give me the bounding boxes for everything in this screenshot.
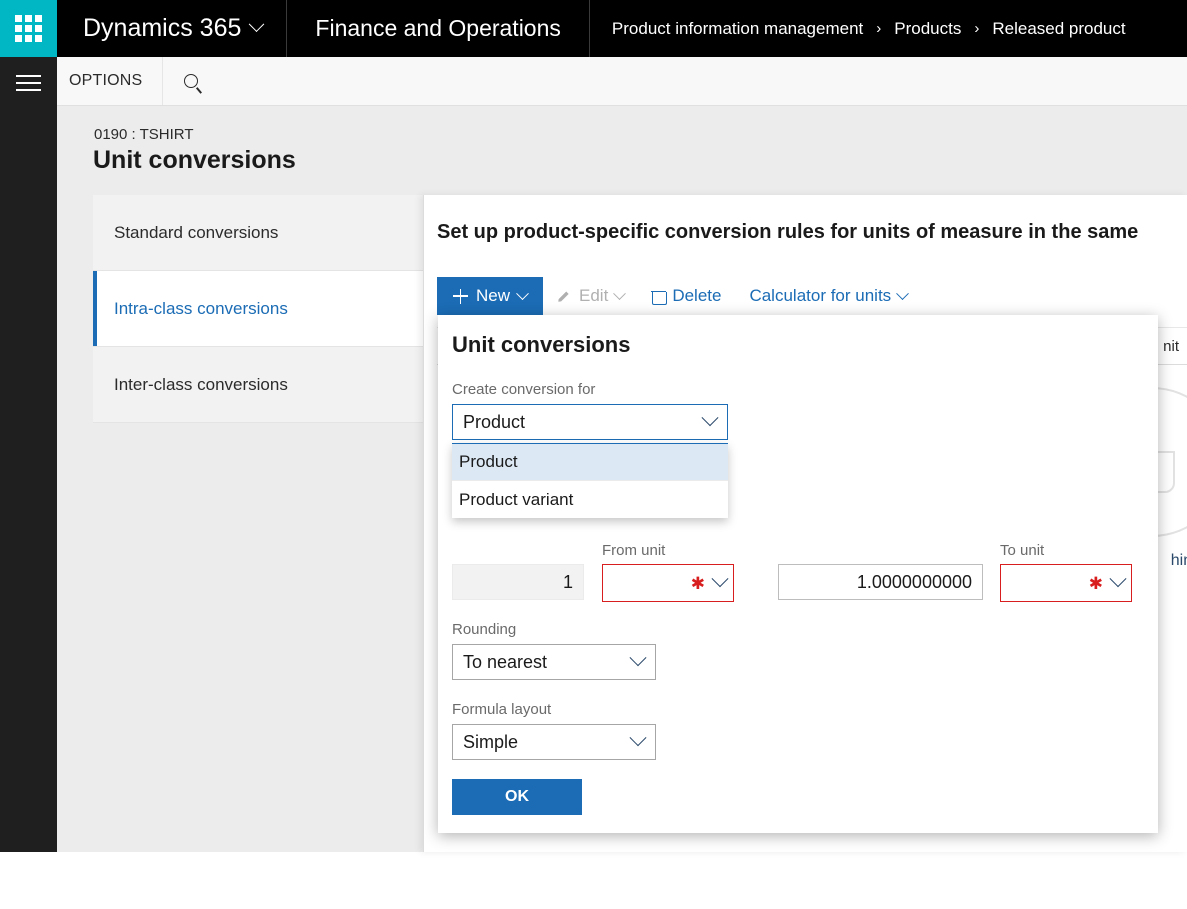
breadcrumb-item-products[interactable]: Products [894,19,961,39]
required-asterisk-icon: ✱ [690,573,705,593]
required-asterisk-icon: ✱ [1088,573,1103,593]
conversion-factor-to-value: 1.0000000000 [856,571,972,592]
rounding-value: To nearest [463,651,548,672]
new-button[interactable]: New [437,277,544,315]
dropdown-option-product-variant[interactable]: Product variant [452,481,728,518]
top-navigation-bar: Dynamics 365 Finance and Operations Prod… [0,0,1187,57]
search-button[interactable] [163,57,219,105]
conversion-tab-list: Standard conversions Intra-class convers… [93,195,423,852]
dialog-title: Unit conversions [452,332,631,357]
to-unit-select[interactable]: ✱ [1000,564,1132,602]
create-conversion-for-label: Create conversion for [452,381,596,398]
ok-button-label: OK [505,788,529,805]
create-conversion-for-value: Product [463,411,526,432]
from-unit-select[interactable]: ✱ [602,564,734,602]
search-icon [184,74,199,88]
calculator-button-label: Calculator for units [749,286,892,305]
app-name-label: Finance and Operations [315,15,561,41]
pencil-icon [557,289,572,304]
chevron-down-icon [613,286,627,300]
rounding-select[interactable]: To nearest [452,644,656,680]
options-tab[interactable]: OPTIONS [57,57,164,105]
breadcrumb: Product information management › Product… [590,0,1148,57]
dropdown-option-product[interactable]: Product [452,444,728,481]
brand-menu[interactable]: Dynamics 365 [57,0,288,57]
chevron-down-icon [249,16,265,33]
formula-layout-label: Formula layout [452,701,552,718]
options-bar: OPTIONS [57,57,1187,106]
chevron-down-icon [621,729,655,748]
options-label: OPTIONS [69,72,143,89]
rounding-label: Rounding [452,621,517,638]
grid-empty-note: hing [1170,552,1187,569]
conversion-factor-to-field[interactable]: 1.0000000000 [778,564,983,600]
plus-icon [453,288,468,304]
tab-label: Inter-class conversions [114,374,288,394]
edit-button[interactable]: Edit [543,277,638,315]
app-launcher-button[interactable] [0,0,57,57]
tab-intra-class-conversions[interactable]: Intra-class conversions [93,271,423,347]
tab-label: Intra-class conversions [114,298,288,318]
tab-standard-conversions[interactable]: Standard conversions [93,195,423,271]
grid-column-header-unit[interactable]: nit [1163,338,1179,355]
action-toolbar: New Edit Delete Calculator for units [437,277,921,315]
new-button-label: New [476,286,511,305]
chevron-down-icon [621,649,655,668]
breadcrumb-separator-icon: › [876,20,882,37]
app-launcher-icon [15,15,42,42]
hamburger-icon[interactable] [16,75,41,91]
chevron-down-icon [516,286,529,300]
content-heading: Set up product-specific conversion rules… [437,221,1139,243]
chevron-down-icon [896,286,910,300]
chevron-down-icon [693,409,727,428]
conversion-factor-from-field: 1 [452,564,584,600]
calculator-for-units-button[interactable]: Calculator for units [735,277,921,315]
conversion-factor-from-value: 1 [562,571,573,592]
formula-layout-select[interactable]: Simple [452,724,656,760]
chevron-down-icon [707,570,733,589]
page-title: Unit conversions [93,146,296,174]
formula-layout-value: Simple [463,731,519,752]
brand-label: Dynamics 365 [83,14,242,42]
record-identifier: 0190 : TSHIRT [94,126,194,143]
tab-label: Standard conversions [114,222,279,242]
chevron-down-icon [1105,570,1131,589]
edit-button-label: Edit [579,286,609,305]
dropdown-option-label: Product variant [459,489,574,509]
breadcrumb-separator-icon: › [974,20,980,37]
page-header: 0190 : TSHIRT Unit conversions [57,106,1187,195]
breadcrumb-item-released-product[interactable]: Released product [992,19,1125,39]
create-conversion-for-select[interactable]: Product [452,404,728,440]
unit-conversions-dialog: Unit conversions Create conversion for P… [438,315,1158,833]
from-unit-label: From unit [602,542,666,559]
left-navigation-rail [0,57,57,852]
delete-button[interactable]: Delete [638,277,735,315]
to-unit-label: To unit [1000,542,1045,559]
trash-icon [651,289,668,305]
delete-button-label: Delete [672,286,722,305]
create-conversion-for-dropdown-list: Product Product variant [452,443,728,518]
dropdown-option-label: Product [459,452,518,471]
tab-inter-class-conversions[interactable]: Inter-class conversions [93,347,423,423]
breadcrumb-item-module[interactable]: Product information management [612,19,863,39]
ok-button[interactable]: OK [452,779,582,815]
app-name: Finance and Operations [287,0,590,57]
